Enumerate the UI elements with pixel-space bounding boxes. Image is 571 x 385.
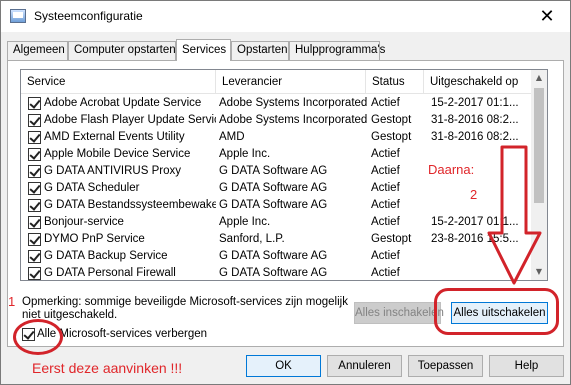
service-checkbox-checked-icon[interactable] — [28, 114, 41, 127]
service-vendor: AMD — [219, 131, 245, 143]
apply-button[interactable]: Toepassen — [408, 355, 483, 377]
service-name: AMD External Events Utility — [44, 131, 185, 143]
service-name: G DATA Bestandssysteembewaker — [44, 199, 216, 211]
title-bar: Systeemconfiguratie ✕ — [1, 1, 570, 32]
table-row[interactable]: Apple Mobile Device Service Apple Inc. Act… — [21, 146, 533, 163]
table-row[interactable]: G DATA Backup Service G DATA Software AG A… — [21, 248, 533, 265]
service-checkbox-checked-icon[interactable] — [28, 267, 41, 280]
service-checkbox-checked-icon[interactable] — [28, 182, 41, 195]
step2-number: 2 — [470, 187, 478, 202]
service-name: Bonjour-service — [44, 216, 124, 228]
service-checkbox-checked-icon[interactable] — [28, 165, 41, 178]
service-name: G DATA Personal Firewall — [44, 267, 176, 279]
service-status: Gestopt — [371, 233, 412, 245]
service-status: Gestopt — [371, 114, 412, 126]
step1-number: 1 — [8, 294, 16, 309]
service-checkbox-checked-icon[interactable] — [28, 216, 41, 229]
table-row[interactable]: Adobe Acrobat Update Service Adobe System… — [21, 95, 533, 112]
service-name: Apple Mobile Device Service — [44, 148, 191, 160]
service-checkbox-checked-icon[interactable] — [28, 199, 41, 212]
step2-label: Daarna: — [428, 162, 475, 177]
table-row[interactable]: Adobe Flash Player Update Service Adobe S… — [21, 112, 533, 129]
service-status: Actief — [371, 216, 400, 228]
service-vendor: Sanford, L.P. — [219, 233, 285, 245]
service-status: Actief — [371, 182, 400, 194]
service-status: Gestopt — [371, 131, 412, 143]
service-vendor: G DATA Software AG — [219, 182, 328, 194]
service-checkbox-checked-icon[interactable] — [28, 250, 41, 263]
column-header-service[interactable]: Service — [21, 70, 216, 94]
column-header-status[interactable]: Status — [366, 70, 424, 94]
column-header-vendor[interactable]: Leverancier — [216, 70, 366, 94]
service-name: DYMO PnP Service — [44, 233, 145, 245]
service-disabled-on: 15-2-2017 01:1... — [431, 97, 519, 109]
service-vendor: G DATA Software AG — [219, 165, 328, 177]
table-row[interactable]: Bonjour-service Apple Inc. Actief 15-2-2017… — [21, 214, 533, 231]
service-status: Actief — [371, 97, 400, 109]
service-vendor: Adobe Systems Incorporated — [219, 97, 368, 109]
close-button[interactable]: ✕ — [524, 1, 570, 32]
msconfig-app-icon — [10, 9, 26, 23]
service-status: Actief — [371, 165, 400, 177]
tab-services[interactable]: Services — [176, 39, 231, 61]
list-header: Service Leverancier Status Uitgeschakeld… — [21, 70, 533, 94]
step2-arrow-icon — [487, 145, 542, 285]
service-name: G DATA Backup Service — [44, 250, 168, 262]
step1-highlight-ring — [13, 319, 63, 355]
tab-opstarten[interactable]: Opstarten — [231, 41, 289, 60]
help-button[interactable]: Help — [489, 355, 564, 377]
service-status: Actief — [371, 148, 400, 160]
table-row[interactable]: G DATA Bestandssysteembewaker G DATA Soft… — [21, 197, 533, 214]
note-text: Opmerking: sommige beveiligde Microsoft-… — [22, 296, 348, 321]
enable-all-button[interactable]: Alles inschakelen — [354, 302, 444, 324]
service-checkbox-checked-icon[interactable] — [28, 97, 41, 110]
service-status: Actief — [371, 250, 400, 262]
tab-hulpprogrammas[interactable]: Hulpprogramma's — [289, 41, 385, 60]
service-checkbox-checked-icon[interactable] — [28, 131, 41, 144]
table-row[interactable]: G DATA Personal Firewall G DATA Software … — [21, 265, 533, 280]
service-status: Actief — [371, 267, 400, 279]
column-header-disabled-on[interactable]: Uitgeschakeld op — [424, 70, 533, 94]
service-name: Adobe Acrobat Update Service — [44, 97, 202, 109]
step2-highlight-ring — [434, 288, 559, 335]
table-row[interactable]: DYMO PnP Service Sanford, L.P. Gestopt 23-8… — [21, 231, 533, 248]
service-disabled-on: 31-8-2016 08:2... — [431, 114, 519, 126]
service-status: Actief — [371, 199, 400, 211]
cancel-button[interactable]: Annuleren — [327, 355, 402, 377]
ok-button[interactable]: OK — [246, 355, 321, 377]
window-title: Systeemconfiguratie — [34, 9, 143, 23]
service-name: G DATA Scheduler — [44, 182, 140, 194]
service-vendor: Apple Inc. — [219, 216, 271, 228]
service-name: G DATA ANTIVIRUS Proxy — [44, 165, 181, 177]
service-checkbox-checked-icon[interactable] — [28, 233, 41, 246]
tab-algemeen[interactable]: Algemeen — [7, 41, 68, 60]
scroll-up-icon[interactable]: ▲ — [531, 70, 547, 86]
service-vendor: G DATA Software AG — [219, 267, 328, 279]
service-vendor: Adobe Systems Incorporated — [219, 114, 368, 126]
service-name: Adobe Flash Player Update Service — [44, 114, 216, 126]
service-vendor: G DATA Software AG — [219, 250, 328, 262]
table-row[interactable]: G DATA Scheduler G DATA Software AG Actief — [21, 180, 533, 197]
table-row[interactable]: AMD External Events Utility AMD Gestopt 31-… — [21, 129, 533, 146]
step1-instruction: Eerst deze aanvinken !!! — [32, 360, 183, 376]
service-disabled-on: 31-8-2016 08:2... — [431, 131, 519, 143]
service-vendor: G DATA Software AG — [219, 199, 328, 211]
service-vendor: Apple Inc. — [219, 148, 271, 160]
service-rows: Adobe Acrobat Update Service Adobe System… — [21, 95, 533, 280]
service-checkbox-checked-icon[interactable] — [28, 148, 41, 161]
tab-computer-opstarten[interactable]: Computer opstarten — [68, 41, 176, 60]
